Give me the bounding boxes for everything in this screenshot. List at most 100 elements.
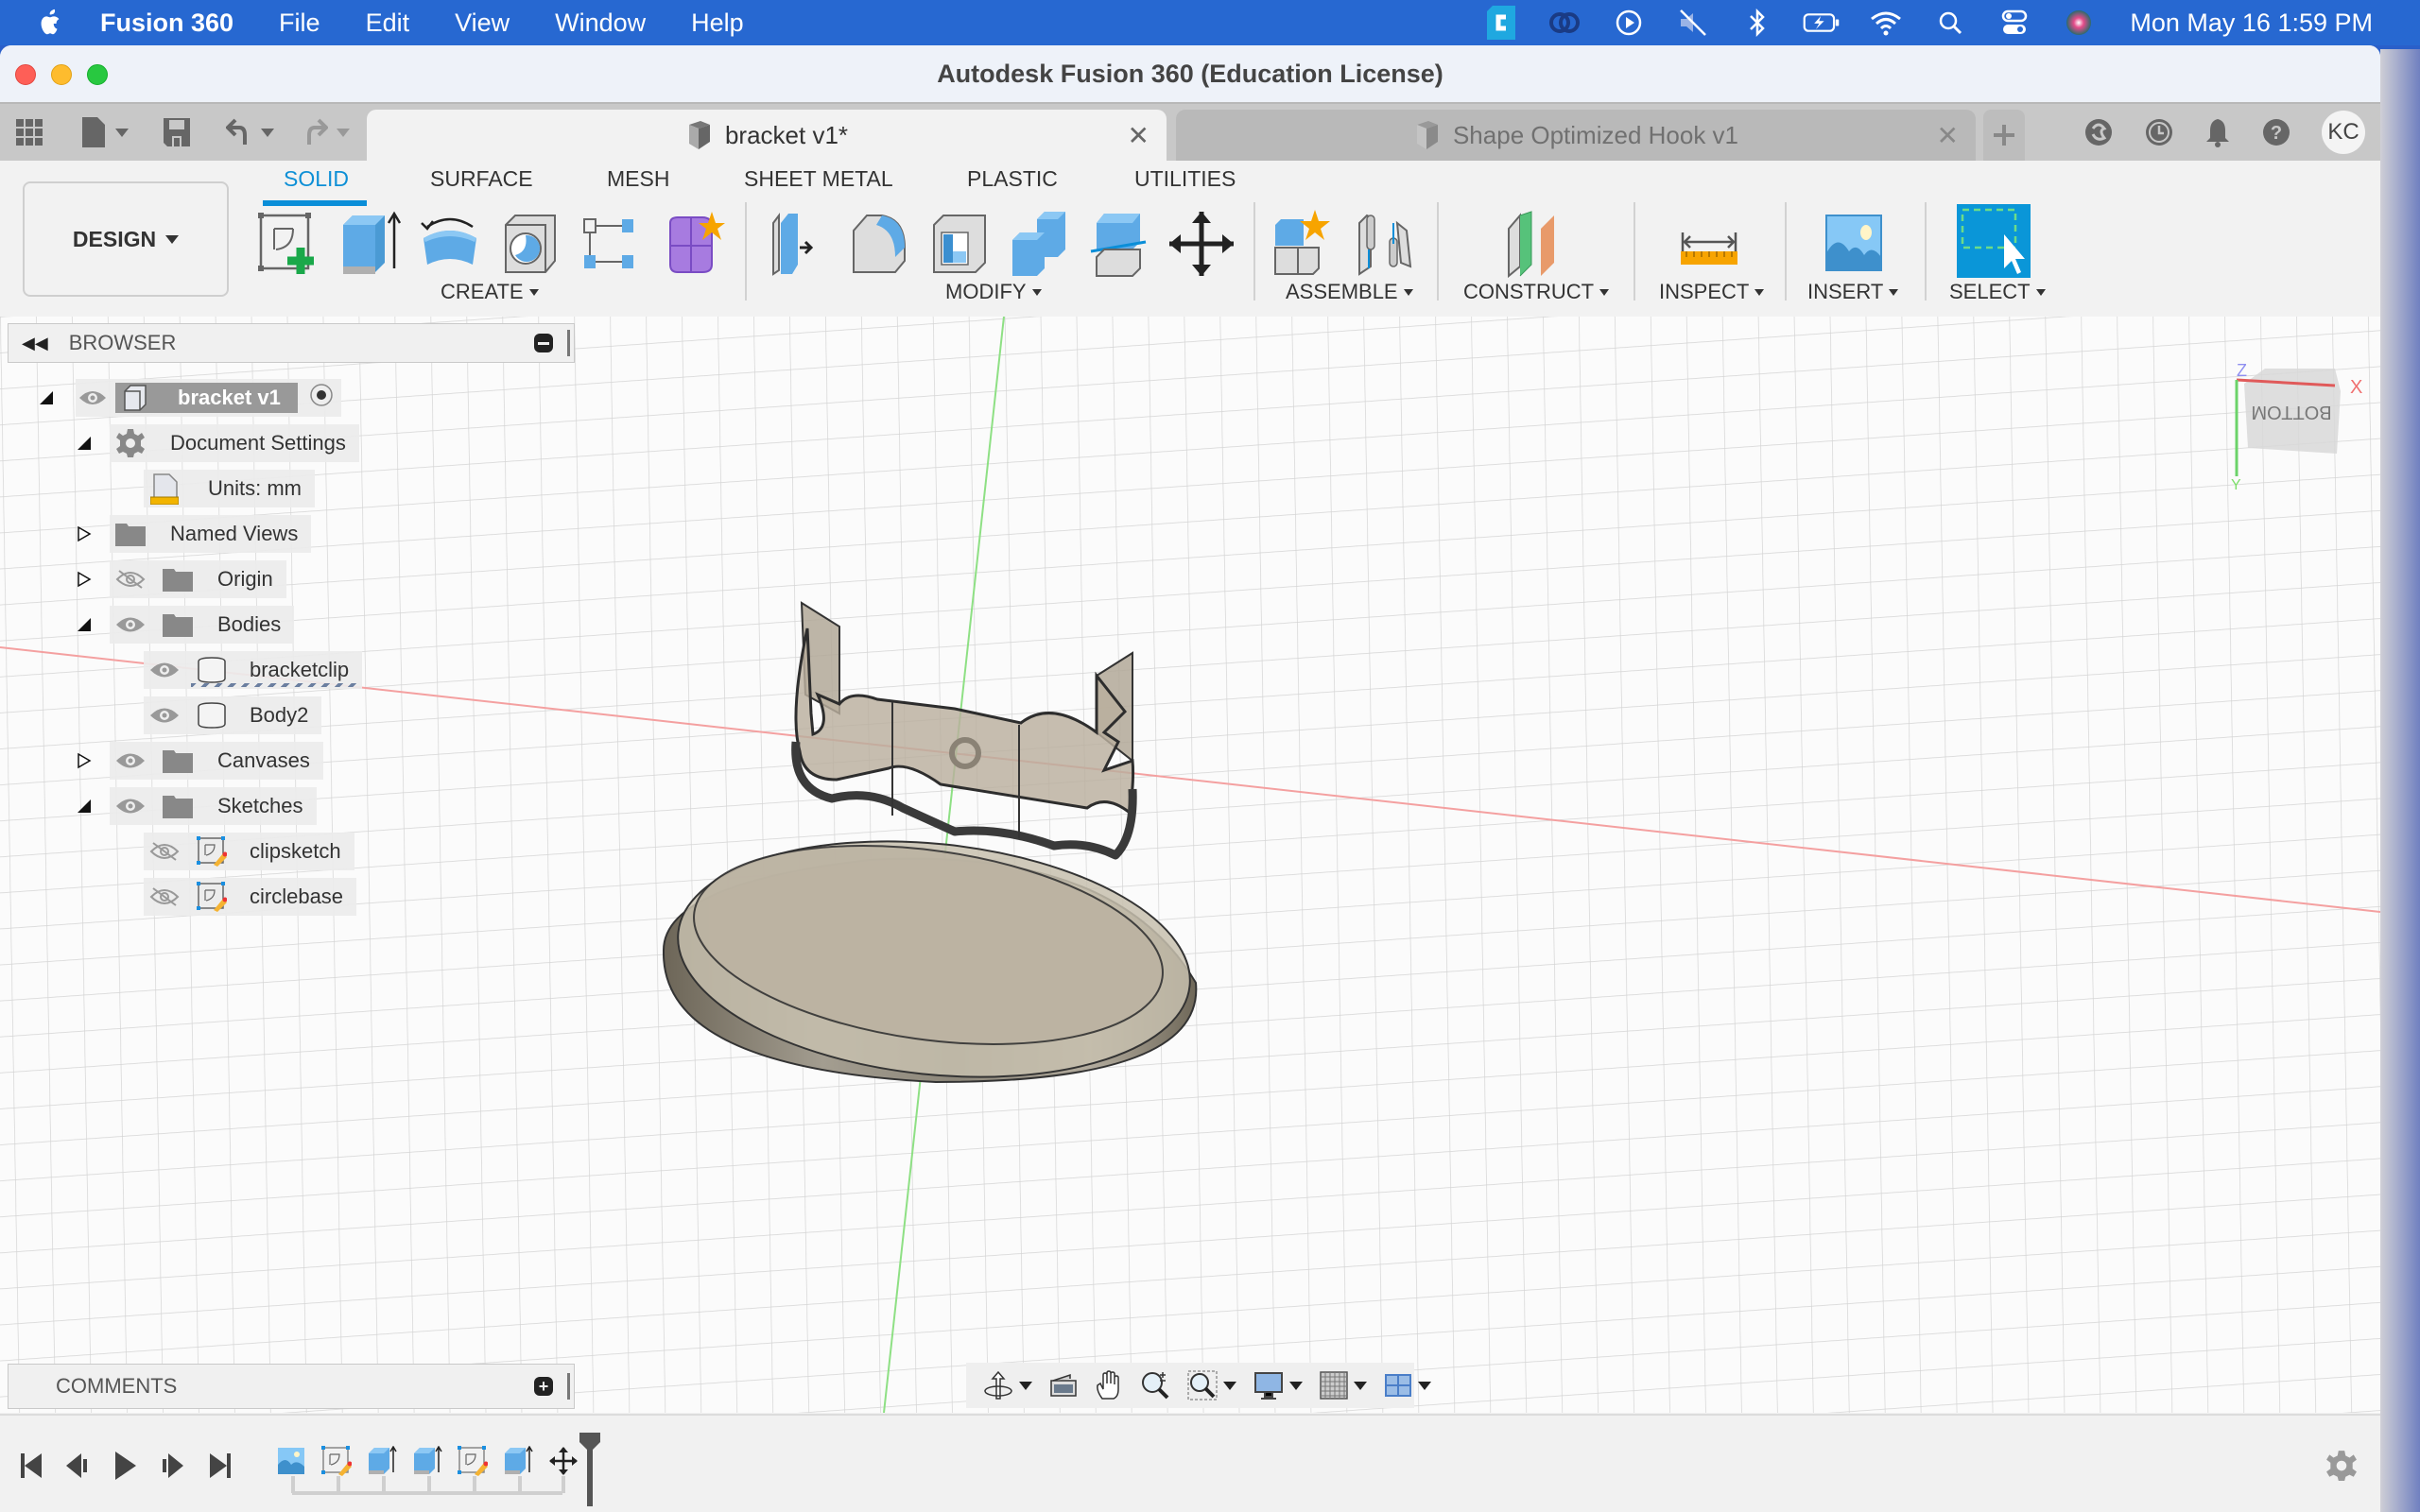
timeline-settings-gear-icon[interactable]: [2325, 1450, 2358, 1482]
job-status-icon[interactable]: [2083, 117, 2114, 147]
help-icon[interactable]: ?: [2261, 117, 2291, 147]
menu-view[interactable]: View: [455, 9, 510, 38]
eye-icon[interactable]: [113, 787, 147, 825]
play-icon[interactable]: [110, 1450, 140, 1480]
menu-edit[interactable]: Edit: [366, 9, 410, 38]
redo-button[interactable]: [299, 104, 350, 161]
expanded-triangle-icon[interactable]: [76, 435, 93, 452]
eye-icon[interactable]: [76, 379, 110, 417]
tree-item-origin[interactable]: Origin: [76, 560, 286, 598]
eye-hidden-icon[interactable]: [147, 878, 182, 916]
close-tab-icon[interactable]: ✕: [1937, 120, 1959, 151]
modify-menu[interactable]: MODIFY: [945, 280, 1042, 304]
close-tab-icon[interactable]: ✕: [1128, 120, 1150, 151]
inspect-menu[interactable]: INSPECT: [1659, 280, 1765, 304]
timeline-marker-handle[interactable]: [579, 1433, 600, 1506]
assemble-menu[interactable]: ASSEMBLE: [1286, 280, 1413, 304]
menu-help[interactable]: Help: [691, 9, 744, 38]
app-menu[interactable]: Fusion 360: [100, 9, 233, 38]
move-copy-icon[interactable]: [1167, 210, 1236, 278]
chevron-down-icon[interactable]: [1019, 1381, 1032, 1390]
timeline-sketch-feature[interactable]: [458, 1446, 488, 1476]
construct-menu[interactable]: CONSTRUCT: [1463, 280, 1610, 304]
tree-item-body2[interactable]: Body2: [144, 696, 322, 734]
step-back-icon[interactable]: [62, 1450, 93, 1480]
pattern-icon[interactable]: [577, 210, 645, 278]
combine-icon[interactable]: [1007, 210, 1075, 278]
tree-item-document-settings[interactable]: Document Settings: [76, 424, 359, 462]
creative-cloud-c-icon[interactable]: [1481, 4, 1519, 42]
bluetooth-icon[interactable]: [1738, 4, 1776, 42]
insert-menu[interactable]: INSERT: [1807, 280, 1899, 304]
select-menu[interactable]: SELECT: [1949, 280, 2046, 304]
workspace-switcher[interactable]: DESIGN: [23, 181, 229, 297]
tree-item-circlebase[interactable]: circlebase: [144, 878, 357, 916]
muted-speaker-icon[interactable]: [1674, 4, 1712, 42]
wifi-icon[interactable]: [1867, 4, 1905, 42]
tab-mesh[interactable]: MESH: [607, 161, 669, 198]
eye-hidden-icon[interactable]: [147, 833, 182, 870]
collapsed-triangle-icon[interactable]: [76, 525, 93, 542]
collapsed-triangle-icon[interactable]: [76, 571, 93, 588]
extrude-icon[interactable]: [336, 210, 404, 278]
file-menu-button[interactable]: [78, 104, 129, 161]
timeline-move-feature[interactable]: [548, 1446, 579, 1476]
hole-icon[interactable]: [496, 210, 564, 278]
viewcube[interactable]: BOTTOM X Y Z: [2231, 350, 2363, 491]
adobe-cc-icon[interactable]: [1546, 4, 1583, 42]
chevron-down-icon[interactable]: [1223, 1381, 1236, 1390]
fillet-icon[interactable]: [846, 210, 914, 278]
collapsed-triangle-icon[interactable]: [76, 752, 93, 769]
save-button[interactable]: [161, 104, 193, 161]
minimize-browser-button[interactable]: [534, 334, 553, 352]
activate-radio[interactable]: [309, 383, 334, 413]
timeline-extrude-feature[interactable]: [503, 1446, 533, 1476]
expanded-triangle-icon[interactable]: [76, 616, 93, 633]
zoom-window-button[interactable]: [87, 64, 108, 85]
viewports-icon[interactable]: [1384, 1369, 1412, 1401]
siri-icon[interactable]: [2060, 4, 2098, 42]
go-to-end-icon[interactable]: [204, 1450, 234, 1480]
close-window-button[interactable]: [15, 64, 36, 85]
minimize-window-button[interactable]: [51, 64, 72, 85]
press-pull-icon[interactable]: [766, 210, 834, 278]
tab-bracket-v1[interactable]: bracket v1* ✕: [367, 110, 1167, 161]
tab-utilities[interactable]: UTILITIES: [1134, 161, 1236, 198]
tree-item-bracketclip[interactable]: bracketclip: [144, 651, 363, 689]
expanded-triangle-icon[interactable]: [38, 389, 55, 406]
tree-item-canvases[interactable]: Canvases: [76, 742, 323, 780]
create-form-icon[interactable]: [657, 210, 725, 278]
control-center-icon[interactable]: [1996, 4, 2033, 42]
resize-handle[interactable]: [567, 330, 570, 356]
user-avatar[interactable]: KC: [2322, 111, 2365, 154]
tab-sheet-metal[interactable]: SHEET METAL: [744, 161, 893, 198]
browser-panel-header[interactable]: ◀◀ BROWSER: [8, 323, 575, 363]
tree-item-clipsketch[interactable]: clipsketch: [144, 833, 354, 870]
tree-item-bodies[interactable]: Bodies: [76, 606, 295, 644]
grid-settings-icon[interactable]: [1320, 1369, 1348, 1401]
fit-window-zoom-icon[interactable]: [1187, 1369, 1218, 1401]
timeline-canvas-feature[interactable]: [276, 1446, 306, 1476]
measure-icon[interactable]: [1675, 210, 1743, 278]
timeline-extrude-feature[interactable]: [412, 1446, 442, 1476]
expanded-triangle-icon[interactable]: [76, 798, 93, 815]
new-component-icon[interactable]: [1271, 210, 1340, 278]
offset-plane-icon[interactable]: [1503, 210, 1571, 278]
tree-item-named-views[interactable]: Named Views: [76, 515, 312, 553]
tree-item-sketches[interactable]: Sketches: [76, 787, 317, 825]
chevron-down-icon[interactable]: [1418, 1381, 1431, 1390]
eye-icon[interactable]: [113, 742, 147, 780]
zoom-icon[interactable]: [1140, 1369, 1170, 1401]
shell-icon[interactable]: [926, 210, 994, 278]
new-tab-button[interactable]: [1983, 110, 2025, 161]
undo-button[interactable]: [223, 104, 274, 161]
data-panel-button[interactable]: [13, 104, 45, 161]
notifications-bell-icon[interactable]: [2204, 117, 2231, 147]
look-at-icon[interactable]: [1049, 1369, 1078, 1401]
comments-panel[interactable]: COMMENTS +: [8, 1364, 575, 1409]
tab-plastic[interactable]: PLASTIC: [967, 161, 1058, 198]
chevron-down-icon[interactable]: [1354, 1381, 1367, 1390]
insert-canvas-icon[interactable]: [1819, 210, 1887, 278]
go-to-start-icon[interactable]: [17, 1450, 47, 1480]
revolve-icon[interactable]: [416, 210, 484, 278]
